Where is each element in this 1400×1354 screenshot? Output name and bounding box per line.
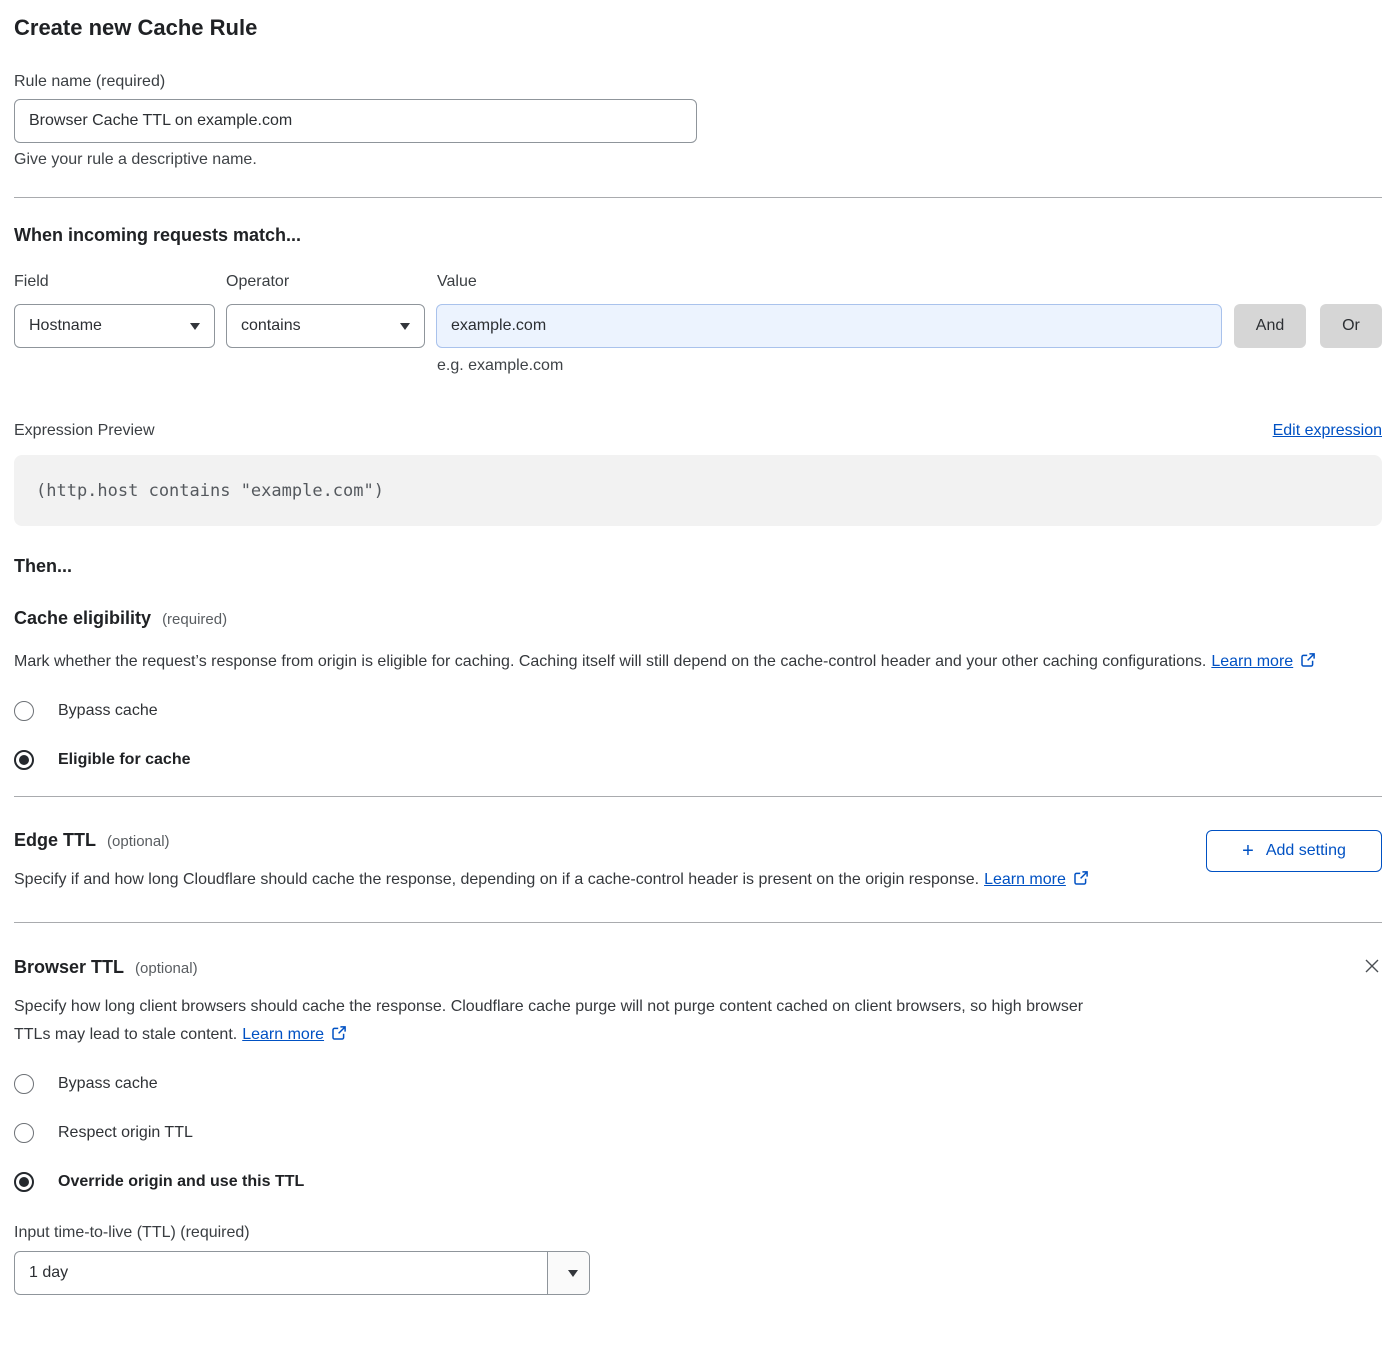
edit-expression-link[interactable]: Edit expression xyxy=(1273,422,1382,440)
radio-label: Bypass cache xyxy=(58,701,158,721)
section-divider xyxy=(14,922,1382,923)
browser-ttl-header: Browser TTL (optional) xyxy=(14,957,1382,979)
rule-name-label: Rule name (required) xyxy=(14,72,1382,91)
required-tag: (required) xyxy=(162,611,227,628)
radio-label: Bypass cache xyxy=(58,1074,158,1094)
browser-ttl-title-text: Browser TTL xyxy=(14,957,124,977)
external-link-icon xyxy=(331,1023,347,1051)
value-column-label: Value xyxy=(437,272,477,291)
chevron-down-icon xyxy=(190,323,200,330)
radio-label: Override origin and use this TTL xyxy=(58,1172,304,1192)
value-help: e.g. example.com xyxy=(437,356,1382,375)
edge-ttl-description: Specify if and how long Cloudflare shoul… xyxy=(14,866,1111,896)
optional-tag: (optional) xyxy=(107,833,170,850)
browser-ttl-title: Browser TTL (optional) xyxy=(14,957,1362,979)
field-column-label: Field xyxy=(14,272,226,291)
radio-bypass-cache[interactable]: Bypass cache xyxy=(14,701,1382,721)
rule-name-help: Give your rule a descriptive name. xyxy=(14,150,1382,169)
ttl-input-label: Input time-to-live (TTL) (required) xyxy=(14,1223,1382,1242)
browser-ttl-learn-more-link[interactable]: Learn more xyxy=(242,1026,324,1043)
radio-icon xyxy=(14,1074,34,1094)
operator-column-label: Operator xyxy=(226,272,437,291)
cache-eligibility-radio-group: Bypass cache Eligible for cache xyxy=(14,701,1382,770)
edge-ttl-title: Edge TTL (optional) xyxy=(14,830,1111,852)
create-cache-rule-form: Create new Cache Rule Rule name (require… xyxy=(14,15,1382,1295)
chevron-down-icon xyxy=(568,1270,578,1277)
add-setting-label: Add setting xyxy=(1266,842,1346,860)
cache-eligibility-title: Cache eligibility (required) xyxy=(14,608,1382,630)
expression-preview-code: (http.host contains "example.com") xyxy=(14,455,1382,526)
browser-ttl-description-text: Specify how long client browsers should … xyxy=(14,998,1083,1043)
section-divider xyxy=(14,796,1382,797)
radio-eligible-for-cache[interactable]: Eligible for cache xyxy=(14,750,1382,770)
cache-eligibility-description: Mark whether the request’s response from… xyxy=(14,648,1359,678)
ttl-select[interactable]: 1 day xyxy=(14,1251,590,1295)
field-select[interactable]: Hostname xyxy=(14,304,215,348)
and-button[interactable]: And xyxy=(1234,304,1306,348)
page-title: Create new Cache Rule xyxy=(14,15,1382,41)
expression-header-row: Expression Preview Edit expression xyxy=(14,421,1382,440)
external-link-icon xyxy=(1073,868,1089,896)
radio-override-origin-ttl[interactable]: Override origin and use this TTL xyxy=(14,1172,1382,1192)
radio-bypass-cache[interactable]: Bypass cache xyxy=(14,1074,1382,1094)
chevron-down-icon xyxy=(400,323,410,330)
radio-label: Eligible for cache xyxy=(58,750,190,770)
radio-label: Respect origin TTL xyxy=(58,1123,193,1143)
match-condition-row: Hostname contains And Or xyxy=(14,304,1382,348)
edge-ttl-section: Edge TTL (optional) Specify if and how l… xyxy=(14,830,1382,896)
edge-ttl-description-text: Specify if and how long Cloudflare shoul… xyxy=(14,871,979,888)
match-column-labels: Field Operator Value xyxy=(14,272,1382,291)
cache-eligibility-description-text: Mark whether the request’s response from… xyxy=(14,653,1206,670)
section-divider xyxy=(14,197,1382,198)
external-link-icon xyxy=(1300,650,1316,678)
or-button[interactable]: Or xyxy=(1320,304,1382,348)
expression-preview-label: Expression Preview xyxy=(14,421,155,440)
radio-icon xyxy=(14,701,34,721)
edge-ttl-title-text: Edge TTL xyxy=(14,830,96,850)
browser-ttl-description: Specify how long client browsers should … xyxy=(14,993,1099,1051)
browser-ttl-radio-group: Bypass cache Respect origin TTL Override… xyxy=(14,1074,1382,1192)
rule-name-input[interactable] xyxy=(14,99,697,143)
close-icon[interactable] xyxy=(1362,955,1382,979)
add-setting-button[interactable]: + Add setting xyxy=(1206,830,1382,872)
radio-icon xyxy=(14,1123,34,1143)
operator-select-value: contains xyxy=(241,317,301,335)
optional-tag: (optional) xyxy=(135,960,198,977)
plus-icon: + xyxy=(1242,841,1254,861)
radio-icon xyxy=(14,1172,34,1192)
operator-select[interactable]: contains xyxy=(226,304,425,348)
value-input[interactable] xyxy=(436,304,1222,348)
edge-ttl-learn-more-link[interactable]: Learn more xyxy=(984,871,1066,888)
field-select-value: Hostname xyxy=(29,317,102,335)
radio-respect-origin-ttl[interactable]: Respect origin TTL xyxy=(14,1123,1382,1143)
match-heading: When incoming requests match... xyxy=(14,224,1382,246)
cache-eligibility-learn-more-link[interactable]: Learn more xyxy=(1211,653,1293,670)
radio-icon xyxy=(14,750,34,770)
ttl-select-value: 1 day xyxy=(15,1252,547,1294)
then-heading: Then... xyxy=(14,555,1382,577)
cache-eligibility-title-text: Cache eligibility xyxy=(14,608,151,628)
